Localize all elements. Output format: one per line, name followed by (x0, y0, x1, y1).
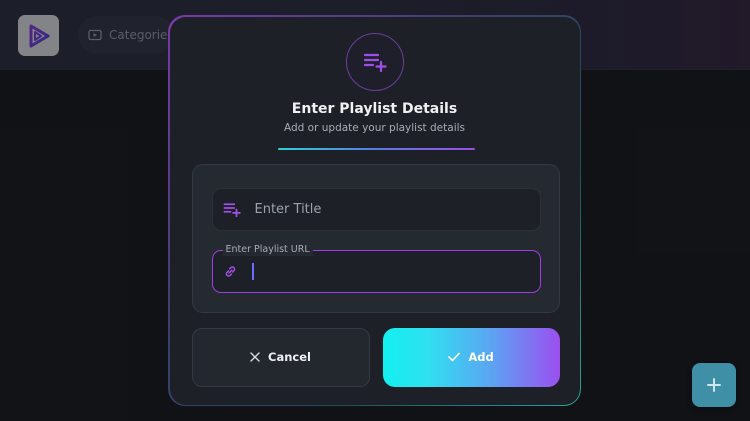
url-input[interactable] (250, 263, 521, 279)
dialog-subtitle: Add or update your playlist details (284, 121, 465, 134)
title-field[interactable] (211, 187, 541, 231)
close-icon (250, 352, 260, 362)
playlist-add-icon (223, 202, 241, 217)
header-icon-circle (345, 32, 404, 91)
dialog-title: Enter Playlist Details (291, 100, 458, 117)
add-button[interactable]: Add (382, 327, 560, 387)
check-icon (448, 352, 461, 362)
title-field-icon (223, 202, 245, 217)
form-card: Enter Playlist URL (191, 163, 560, 313)
playlist-dialog-border: Enter Playlist Details Add or update you… (168, 15, 581, 406)
add-label: Add (468, 350, 494, 364)
link-icon (225, 265, 235, 277)
title-input[interactable] (254, 201, 515, 217)
playlist-dialog: Enter Playlist Details Add or update you… (169, 16, 580, 405)
url-field-label: Enter Playlist URL (222, 242, 313, 256)
add-fab-button[interactable] (692, 363, 736, 407)
playlist-add-icon (363, 53, 387, 72)
title-underline (277, 147, 475, 150)
url-field[interactable]: Enter Playlist URL (211, 242, 541, 293)
cancel-label: Cancel (268, 350, 311, 364)
plus-icon (707, 378, 721, 392)
cancel-button[interactable]: Cancel (191, 327, 370, 387)
text-cursor (251, 262, 254, 280)
